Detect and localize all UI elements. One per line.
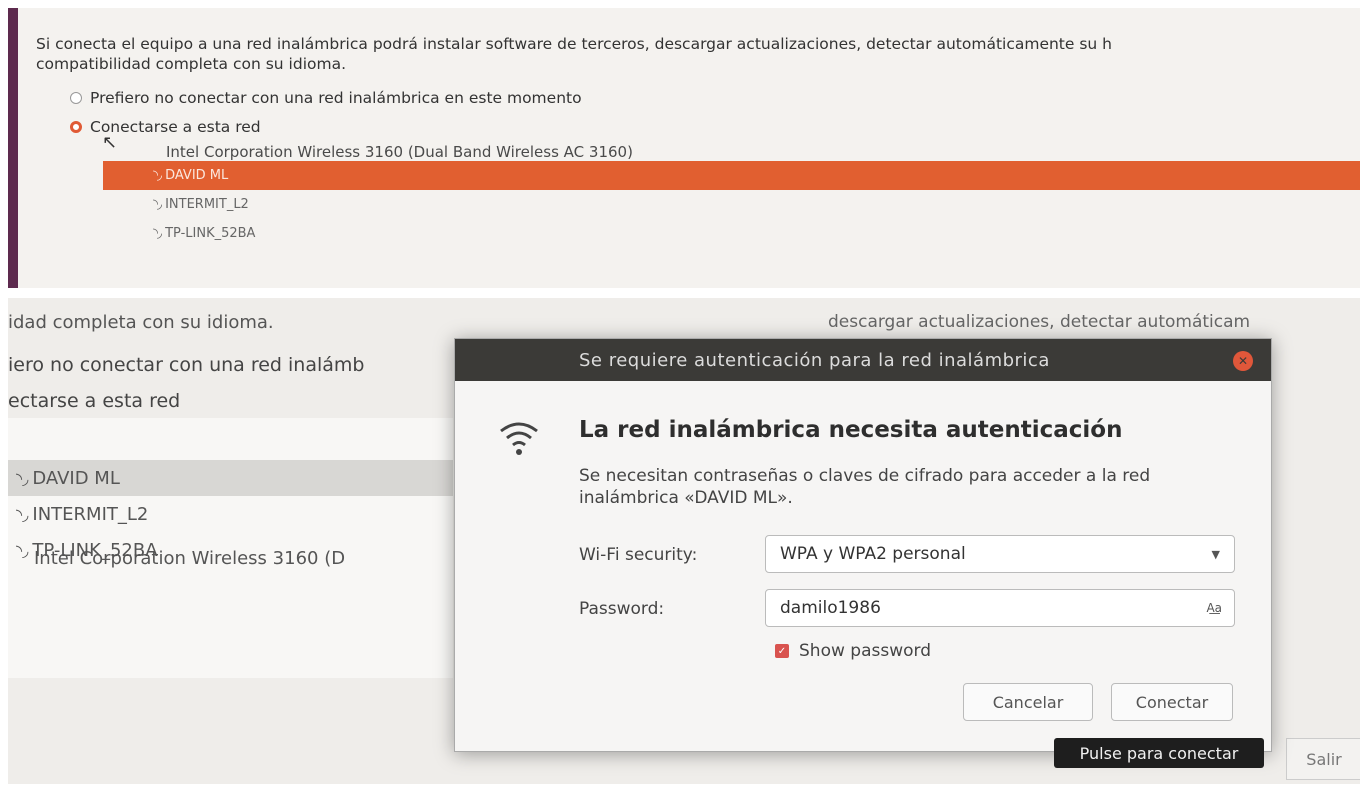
- wifi-signal-icon: ◝◞: [153, 197, 162, 212]
- radio-connect-clipped[interactable]: ectarse a esta red: [8, 390, 180, 412]
- security-select[interactable]: WPA y WPA2 personal ▼: [765, 535, 1235, 573]
- mouse-pointer-icon: ↖: [102, 132, 118, 153]
- intro-line-2: compatibilidad completa con su idioma.: [36, 55, 347, 73]
- keyboard-layout-icon[interactable]: A͟a: [1206, 601, 1222, 615]
- network-item-intermit[interactable]: ◝◞ INTERMIT_L2: [103, 190, 1360, 219]
- close-icon[interactable]: ✕: [1233, 351, 1253, 371]
- radio-no-connect[interactable]: Prefiero no conectar con una red inalámb…: [70, 89, 582, 107]
- network-item-david-ml[interactable]: ◝◞ DAVID ML: [103, 161, 1360, 190]
- cancel-button[interactable]: Cancelar: [963, 683, 1093, 721]
- intro-text: Si conecta el equipo a una red inalámbri…: [36, 34, 1360, 74]
- network-item-tplink[interactable]: ◝◞ TP-LINK_52BA: [8, 532, 453, 568]
- dialog-titlebar[interactable]: Se requiere autenticación para la red in…: [455, 339, 1271, 381]
- network-name: INTERMIT_L2: [32, 503, 149, 525]
- bottom-screenshot-panel: idad completa con su idioma. descargar a…: [8, 298, 1360, 784]
- intro-text-clipped-right: descargar actualizaciones, detectar auto…: [828, 312, 1251, 332]
- network-item-intermit[interactable]: ◝◞ INTERMIT_L2: [8, 496, 453, 532]
- wifi-signal-icon: ◝◞: [153, 226, 162, 241]
- intro-text-clipped: idad completa con su idioma.: [8, 312, 274, 333]
- wifi-signal-icon: ◝◞: [153, 168, 162, 183]
- radio-on-icon[interactable]: [70, 121, 82, 133]
- security-value: WPA y WPA2 personal: [780, 544, 966, 564]
- quit-button[interactable]: Salir: [1286, 738, 1360, 780]
- dialog-description: Se necesitan contraseñas o claves de cif…: [579, 466, 1151, 508]
- wifi-icon: [500, 422, 538, 455]
- wifi-signal-icon: ◝◞: [16, 540, 29, 560]
- intro-line-1: Si conecta el equipo a una red inalámbri…: [36, 35, 1112, 53]
- checkbox-checked-icon[interactable]: ✓: [775, 644, 789, 658]
- network-name: INTERMIT_L2: [165, 197, 249, 212]
- network-list: Intel Corporation Wireless 3160 (D ◝◞ DA…: [8, 418, 453, 678]
- radio-no-connect-clipped[interactable]: iero no conectar con una red inalámb: [8, 354, 364, 376]
- network-name: TP-LINK_52BA: [32, 539, 158, 561]
- password-input[interactable]: damilo1986 A͟a: [765, 589, 1235, 627]
- adapter-label: Intel Corporation Wireless 3160 (Dual Ba…: [166, 143, 633, 161]
- connect-tooltip: Pulse para conectar: [1054, 738, 1264, 768]
- network-item-tplink[interactable]: ◝◞ TP-LINK_52BA: [103, 219, 1360, 248]
- network-name: DAVID ML: [165, 168, 229, 183]
- network-item-david-ml[interactable]: ◝◞ DAVID ML: [8, 460, 453, 496]
- radio-no-connect-label: Prefiero no conectar con una red inalámb…: [90, 89, 582, 107]
- network-name: TP-LINK_52BA: [165, 226, 256, 241]
- dialog-title: Se requiere autenticación para la red in…: [579, 349, 1050, 371]
- radio-off-icon[interactable]: [70, 92, 82, 104]
- radio-connect[interactable]: Conectarse a esta red: [70, 118, 261, 136]
- password-label: Password:: [579, 599, 665, 619]
- connect-button[interactable]: Conectar: [1111, 683, 1233, 721]
- wifi-signal-icon: ◝◞: [16, 504, 29, 524]
- dialog-heading: La red inalámbrica necesita autenticació…: [579, 417, 1123, 443]
- top-screenshot-panel: Si conecta el equipo a una red inalámbri…: [8, 8, 1360, 288]
- auth-dialog: Se requiere autenticación para la red in…: [454, 338, 1272, 752]
- network-name: DAVID ML: [32, 467, 120, 489]
- password-value: damilo1986: [780, 598, 881, 618]
- show-password-checkbox[interactable]: ✓ Show password: [775, 641, 931, 661]
- wifi-signal-icon: ◝◞: [16, 468, 29, 488]
- show-password-label: Show password: [799, 641, 931, 661]
- window-edge: [8, 8, 18, 288]
- chevron-down-icon[interactable]: ▼: [1212, 548, 1220, 561]
- security-label: Wi-Fi security:: [579, 545, 698, 565]
